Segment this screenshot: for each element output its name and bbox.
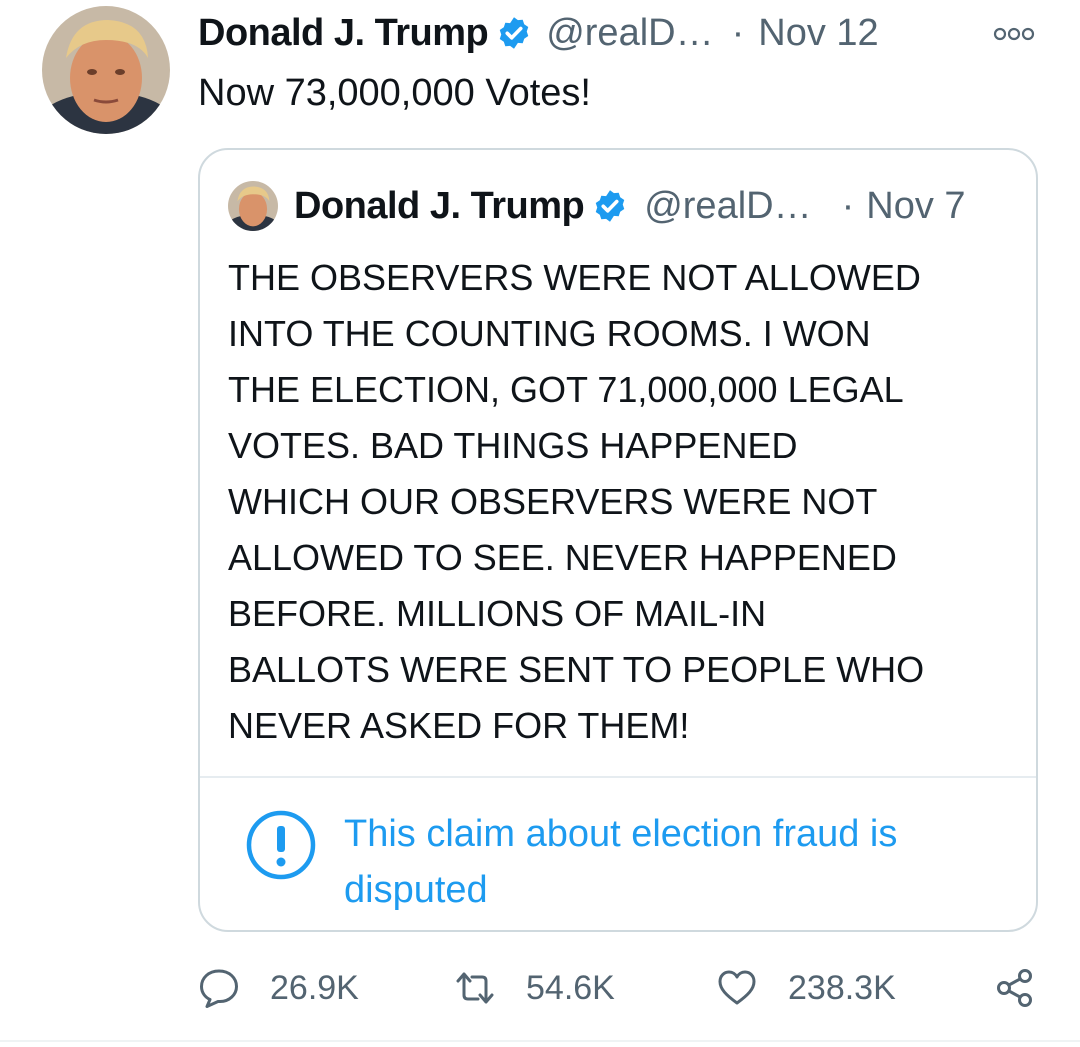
quoted-text-line: BEFORE. MILLIONS OF MAIL-IN	[228, 593, 767, 634]
reply-button[interactable]: 26.9K	[198, 960, 359, 1016]
quoted-tweet[interactable]: Donald J. Trump @realD… · Nov 7 THE OBSE…	[198, 148, 1038, 932]
quoted-avatar-image	[228, 181, 278, 231]
avatar[interactable]	[42, 6, 170, 134]
action-bar: 26.9K 54.6K 238.3K	[198, 960, 1048, 1016]
retweet-button[interactable]: 54.6K	[454, 960, 615, 1016]
retweet-count: 54.6K	[526, 968, 615, 1007]
heart-icon	[718, 970, 756, 1005]
divider	[0, 1040, 1080, 1042]
divider	[200, 776, 1036, 778]
quoted-text-line: BALLOTS WERE SENT TO PEOPLE WHO	[228, 649, 925, 690]
reply-count: 26.9K	[270, 968, 359, 1007]
quoted-separator-dot: ·	[841, 184, 855, 227]
author-name[interactable]: Donald J. Trump	[198, 12, 489, 55]
quoted-text-line: INTO THE COUNTING ROOMS. I WON	[228, 313, 871, 354]
quoted-tweet-text: THE OBSERVERS WERE NOT ALLOWED INTO THE …	[228, 250, 1028, 754]
disputed-claim-notice[interactable]: This claim about election fraud is dispu…	[244, 810, 1024, 920]
share-icon	[997, 969, 1032, 1007]
like-count: 238.3K	[788, 968, 896, 1007]
quoted-text-line: THE ELECTION, GOT 71,000,000 LEGAL	[228, 369, 904, 410]
quoted-author-handle: @realD…	[644, 184, 812, 227]
quoted-text-line: NEVER ASKED FOR THEM!	[228, 705, 690, 746]
retweet-icon	[456, 972, 494, 1004]
quoted-tweet-date: Nov 7	[866, 184, 966, 227]
reply-icon	[200, 969, 238, 1008]
separator-dot: ·	[731, 11, 745, 54]
quoted-avatar	[228, 181, 278, 231]
share-button[interactable]	[994, 960, 1036, 1016]
tweet[interactable]: Donald J. Trump @realD… · Nov 12 Now 73,…	[0, 0, 1080, 1047]
quoted-tweet-header: Donald J. Trump @realD… · Nov 7	[228, 180, 966, 232]
quoted-verified-badge-icon	[595, 190, 625, 222]
author-handle[interactable]: @realD…	[546, 12, 713, 55]
quoted-author-name: Donald J. Trump	[294, 184, 585, 227]
more-options-icon[interactable]	[992, 26, 1036, 42]
quoted-text-line: WHICH OUR OBSERVERS WERE NOT	[228, 481, 878, 522]
tweet-header: Donald J. Trump @realD… · Nov 12	[198, 8, 879, 58]
quoted-text-line: THE OBSERVERS WERE NOT ALLOWED	[228, 257, 921, 298]
like-button[interactable]: 238.3K	[716, 960, 896, 1016]
quoted-text-line: VOTES. BAD THINGS HAPPENED	[228, 425, 798, 466]
quoted-text-line: ALLOWED TO SEE. NEVER HAPPENED	[228, 537, 897, 578]
tweet-date[interactable]: Nov 12	[758, 12, 878, 55]
tweet-text: Now 73,000,000 Votes!	[198, 72, 591, 114]
exclamation-circle-icon	[246, 810, 316, 880]
verified-badge-icon	[499, 17, 529, 49]
avatar-image	[42, 6, 170, 134]
disputed-claim-link[interactable]: This claim about election fraud is dispu…	[344, 806, 1024, 918]
